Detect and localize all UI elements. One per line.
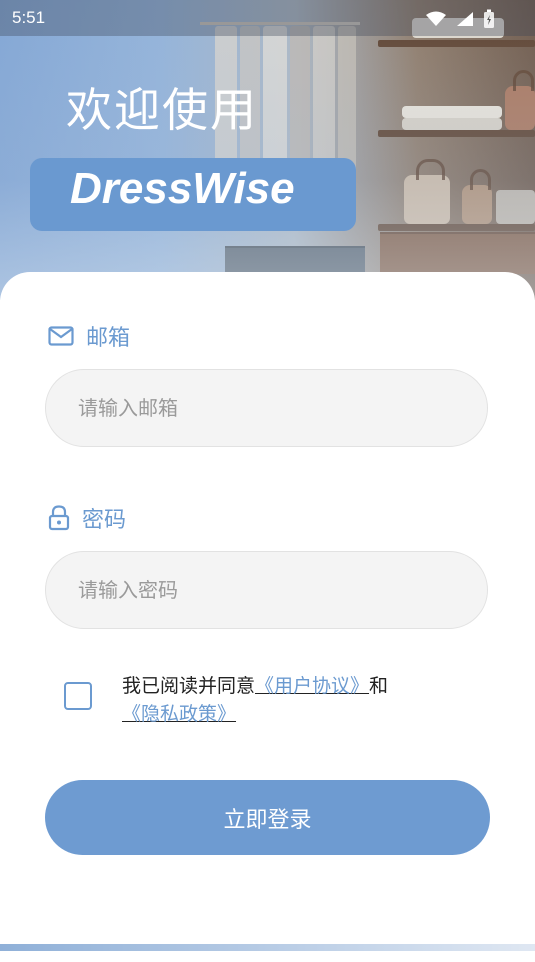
bottom-accent-bar: [0, 944, 535, 951]
mail-icon: [48, 326, 74, 346]
email-input[interactable]: [45, 369, 488, 447]
privacy-policy-link[interactable]: 《隐私政策》: [122, 703, 236, 725]
welcome-heading: 欢迎使用: [66, 83, 258, 137]
hero-banner: 5:51 欢迎使用 DressWise: [0, 0, 535, 300]
brand-name: DressWise: [70, 164, 295, 213]
battery-icon: [484, 9, 494, 28]
user-agreement-link[interactable]: 《用户协议》: [255, 675, 369, 697]
password-label-row: 密码: [48, 502, 126, 534]
login-button[interactable]: 立即登录: [45, 780, 490, 855]
password-label: 密码: [82, 508, 127, 533]
agreement-connector: 和: [369, 675, 389, 697]
password-input[interactable]: [45, 551, 488, 629]
agreement-prefix: 我已阅读并同意: [122, 675, 256, 697]
agreement-text: 我已阅读并同意《用户协议》和《隐私政策》: [122, 672, 442, 728]
hero-overlay: [0, 0, 535, 300]
wifi-icon: [426, 11, 446, 26]
email-label-row: 邮箱: [48, 320, 130, 352]
status-bar: 5:51: [0, 0, 535, 36]
status-time: 5:51: [12, 8, 46, 27]
lock-icon: [48, 505, 70, 531]
email-label: 邮箱: [86, 326, 131, 351]
status-icons: [425, 9, 495, 29]
signal-icon: [457, 12, 473, 26]
agreement-checkbox[interactable]: [64, 682, 92, 710]
brand-badge: DressWise: [30, 158, 356, 231]
